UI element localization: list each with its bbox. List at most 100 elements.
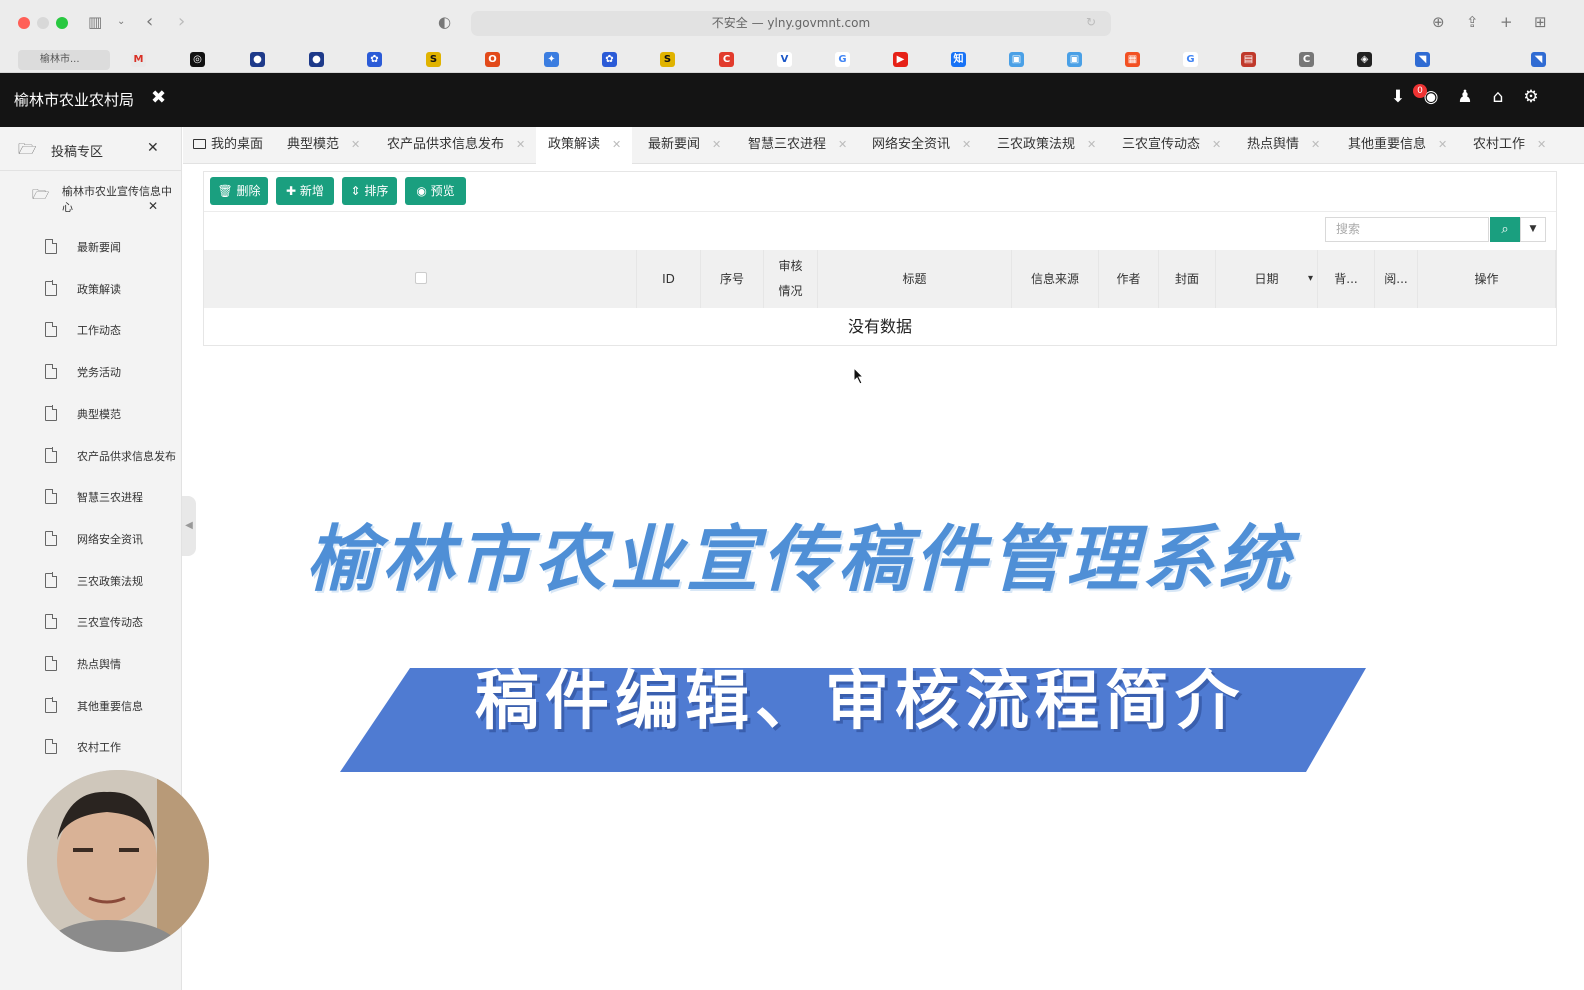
- chevron-down-icon[interactable]: ⌄: [117, 12, 125, 32]
- bilibili-icon[interactable]: ▣: [1067, 52, 1082, 67]
- table-header-cell[interactable]: 标题: [818, 250, 1012, 308]
- yellow-s-icon[interactable]: S: [426, 52, 441, 67]
- sidebar-item[interactable]: 最新要闻: [0, 233, 181, 263]
- blue-app-icon[interactable]: ◥: [1415, 52, 1430, 67]
- tab[interactable]: 三农宣传动态 ✕: [1110, 127, 1231, 164]
- tab[interactable]: 农村工作 ✕: [1461, 127, 1561, 164]
- forward-icon[interactable]: ›: [178, 12, 185, 32]
- back-icon[interactable]: ‹: [146, 12, 153, 32]
- blue-app-icon[interactable]: ◥: [1531, 52, 1546, 67]
- new-tab-icon[interactable]: +: [1500, 12, 1513, 32]
- sidebar-item[interactable]: 网络安全资讯: [0, 525, 181, 555]
- table-header-cell[interactable]: 阅...: [1375, 250, 1418, 308]
- preview-button[interactable]: ◉ 预览: [405, 177, 466, 205]
- sidebar-group[interactable]: 🗁 榆林市农业宣传信息中心 ✕: [0, 181, 181, 221]
- close-icon[interactable]: ✕: [1438, 138, 1447, 151]
- table-header-cell[interactable]: 操作: [1418, 250, 1556, 308]
- table-header-cell[interactable]: 审核情况: [764, 250, 818, 308]
- sidebar-item[interactable]: 党务活动: [0, 358, 181, 388]
- sidebar-item[interactable]: 政策解读: [0, 275, 181, 305]
- blue-dot-icon[interactable]: ●: [309, 52, 324, 67]
- table-header-cell[interactable]: 序号: [701, 250, 764, 308]
- tab-overview-icon[interactable]: ⊞: [1534, 12, 1547, 32]
- tab[interactable]: 热点舆情 ✕: [1235, 127, 1332, 164]
- dark-app-icon[interactable]: ◈: [1357, 52, 1372, 67]
- close-icon[interactable]: ✕: [612, 138, 621, 151]
- table-header-cell[interactable]: 作者: [1099, 250, 1159, 308]
- download-icon[interactable]: ⊕: [1432, 12, 1445, 32]
- close-icon[interactable]: ✕: [1311, 138, 1320, 151]
- microsoft-icon[interactable]: ▦: [1125, 52, 1140, 67]
- table-header-cell[interactable]: 背...: [1318, 250, 1375, 308]
- table-header-cell[interactable]: 日期 ▾: [1216, 250, 1318, 308]
- table-header-cell[interactable]: ID: [637, 250, 701, 308]
- tab[interactable]: 智慧三农进程 ✕: [736, 127, 856, 164]
- close-icon[interactable]: ✕: [962, 138, 971, 151]
- close-icon[interactable]: ✕: [351, 138, 360, 151]
- minimize-window-button[interactable]: [37, 17, 49, 29]
- tab[interactable]: 三农政策法规 ✕: [985, 127, 1106, 164]
- select-all-checkbox[interactable]: [415, 272, 427, 284]
- sidebar-item[interactable]: 三农政策法规: [0, 567, 181, 597]
- table-header-cell[interactable]: 信息来源: [1012, 250, 1099, 308]
- sidebar-item[interactable]: 工作动态: [0, 316, 181, 346]
- home-icon[interactable]: ⌂: [1487, 87, 1509, 107]
- sidebar-toggle-icon[interactable]: ▥: [88, 12, 102, 32]
- close-icon[interactable]: ✕: [1537, 138, 1546, 151]
- shield-icon[interactable]: ◐: [438, 12, 451, 32]
- close-icon[interactable]: ✕: [147, 140, 159, 156]
- share-icon[interactable]: ⇪: [1466, 12, 1479, 32]
- sidebar-item[interactable]: 农村工作: [0, 733, 181, 763]
- gmail-icon[interactable]: M: [131, 52, 146, 67]
- sidebar-item[interactable]: 典型模范: [0, 400, 181, 430]
- red-c-icon[interactable]: C: [719, 52, 734, 67]
- search-input[interactable]: 搜索: [1325, 217, 1489, 242]
- sidebar-collapse-handle[interactable]: ◀: [182, 496, 196, 556]
- address-bar[interactable]: 不安全 — ylny.govmnt.com: [471, 11, 1111, 36]
- close-icon[interactable]: ✕: [838, 138, 847, 151]
- close-icon[interactable]: ✕: [712, 138, 721, 151]
- close-window-button[interactable]: [18, 17, 30, 29]
- sidebar-item[interactable]: 其他重要信息: [0, 692, 181, 722]
- reload-icon[interactable]: ↻: [1086, 12, 1096, 32]
- search-button[interactable]: ⌕: [1490, 217, 1520, 242]
- table-header-cell[interactable]: 封面: [1159, 250, 1216, 308]
- close-icon[interactable]: ✕: [1087, 138, 1096, 151]
- sort-button[interactable]: ⇕ 排序: [342, 177, 397, 205]
- settings-icon[interactable]: ⚙: [1520, 87, 1542, 107]
- tab[interactable]: 政策解读 ✕: [536, 127, 632, 164]
- maximize-window-button[interactable]: [56, 17, 68, 29]
- star-icon[interactable]: ✦: [544, 52, 559, 67]
- black-circle-icon[interactable]: ◎: [190, 52, 205, 67]
- delete-button[interactable]: 🗑 删除: [210, 177, 268, 205]
- tab[interactable]: 其他重要信息 ✕: [1336, 127, 1457, 164]
- tab[interactable]: 网络安全资讯 ✕: [860, 127, 981, 164]
- bilibili-icon[interactable]: ▣: [1009, 52, 1024, 67]
- sidebar-header[interactable]: 🗁 投稿专区 ✕: [0, 127, 181, 171]
- shirt-icon[interactable]: ♟: [1454, 87, 1476, 107]
- add-button[interactable]: ✚ 新增: [276, 177, 334, 205]
- search-dropdown-button[interactable]: ▼: [1520, 217, 1546, 242]
- close-icon[interactable]: ✕: [148, 199, 158, 213]
- sidebar-item[interactable]: 智慧三农进程: [0, 483, 181, 513]
- youtube-icon[interactable]: ▶: [893, 52, 908, 67]
- baidu-paw-icon[interactable]: ✿: [602, 52, 617, 67]
- notification-icon[interactable]: ⬇: [1387, 87, 1409, 107]
- v-icon[interactable]: V: [777, 52, 792, 67]
- google-icon[interactable]: G: [835, 52, 850, 67]
- office-icon[interactable]: O: [485, 52, 500, 67]
- pinned-tab[interactable]: 榆林市...: [18, 50, 110, 70]
- sidebar-item[interactable]: 热点舆情: [0, 650, 181, 680]
- tab[interactable]: 我的桌面: [183, 127, 271, 164]
- zhihu-icon[interactable]: 知: [951, 52, 966, 67]
- close-icon[interactable]: ✕: [516, 138, 525, 151]
- sidebar-item[interactable]: 三农宣传动态: [0, 608, 181, 638]
- tab[interactable]: 农产品供求信息发布 ✕: [375, 127, 532, 164]
- grey-c-icon[interactable]: C: [1299, 52, 1314, 67]
- fullscreen-icon[interactable]: ✖: [151, 87, 166, 108]
- google-icon[interactable]: G: [1183, 52, 1198, 67]
- tab[interactable]: 最新要闻 ✕: [636, 127, 732, 164]
- blue-dot-icon[interactable]: ●: [250, 52, 265, 67]
- sidebar-item[interactable]: 农产品供求信息发布: [0, 442, 181, 472]
- sort-caret-icon[interactable]: ▾: [1308, 250, 1313, 308]
